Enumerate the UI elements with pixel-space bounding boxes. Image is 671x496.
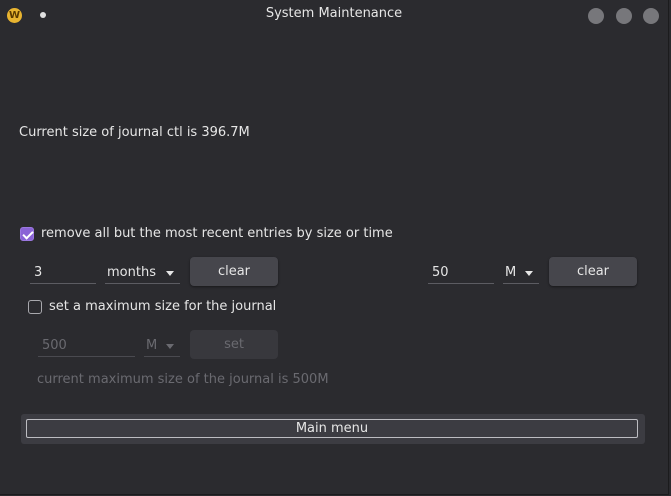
time-value-input[interactable]: 3 [30,262,96,284]
chevron-down-icon [166,271,174,276]
title-bar: W System Maintenance [0,0,668,30]
journal-size-label: Current size of journal ctl is 396.7M [19,125,250,140]
time-clear-button[interactable]: clear [190,257,278,286]
chevron-down-icon [166,344,174,349]
main-menu-container: Main menu [21,414,645,444]
system-maintenance-window: W System Maintenance Current size of jou… [0,0,669,495]
max-size-unit-select[interactable]: M [144,335,180,357]
size-value-input[interactable]: 50 [428,262,494,284]
chevron-down-icon [525,271,533,276]
remove-entries-checkbox[interactable] [20,227,34,241]
current-max-size-label: current maximum size of the journal is 5… [37,372,329,387]
max-size-unit-value: M [146,338,158,353]
set-button[interactable]: set [190,330,278,359]
time-unit-select[interactable]: months [105,262,180,284]
size-clear-button[interactable]: clear [549,257,637,286]
main-menu-button[interactable]: Main menu [26,419,638,438]
remove-entries-label[interactable]: remove all but the most recent entries b… [41,226,393,241]
close-button[interactable] [643,8,659,24]
max-size-checkbox[interactable] [28,300,42,314]
window-title: System Maintenance [265,6,403,21]
maximize-button[interactable] [616,8,632,24]
max-size-label[interactable]: set a maximum size for the journal [49,299,276,314]
time-unit-value: months [107,265,156,280]
max-size-input[interactable]: 500 [38,335,135,357]
minimize-button[interactable] [588,8,604,24]
size-unit-value: M [505,265,517,280]
size-unit-select[interactable]: M [503,262,539,284]
